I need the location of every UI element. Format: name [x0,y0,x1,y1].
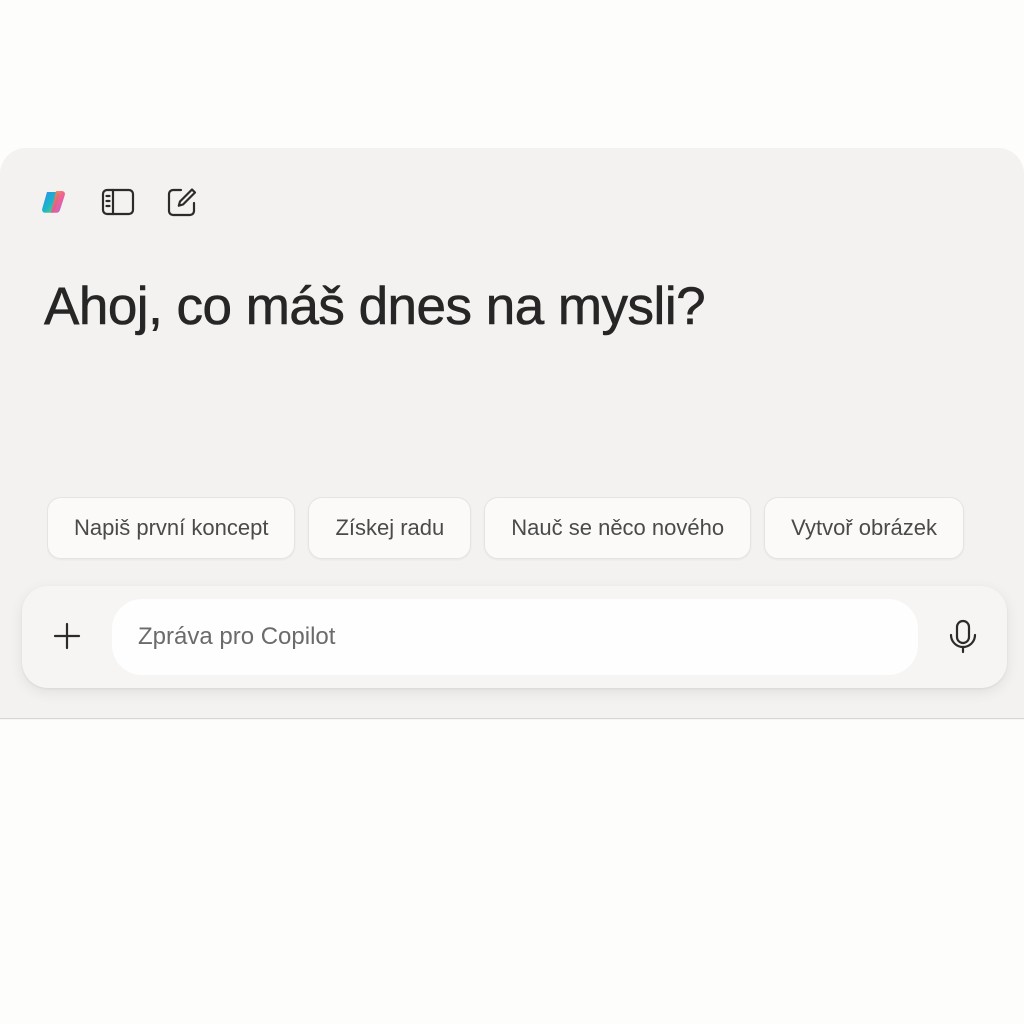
copilot-window: Ahoj, co máš dnes na mysli? Napiš první … [0,148,1024,719]
message-input[interactable] [112,599,918,675]
suggestion-chip-draft[interactable]: Napiš první koncept [47,497,296,559]
sidebar-toggle-icon[interactable] [100,184,136,220]
toolbar [36,184,200,220]
plus-icon [53,622,81,650]
new-chat-icon[interactable] [164,184,200,220]
page-title: Ahoj, co máš dnes na mysli? [44,277,706,337]
copilot-logo-icon[interactable] [36,184,72,220]
message-composer [22,586,1007,688]
suggestion-chip-image[interactable]: Vytvoř obrázek [764,497,965,559]
suggestion-chip-learn[interactable]: Nauč se něco nového [484,497,752,559]
suggestion-chip-advice[interactable]: Získej radu [308,497,472,559]
microphone-button[interactable] [944,616,982,658]
microphone-icon [949,619,977,654]
suggestion-chips: Napiš první koncept Získej radu Nauč se … [47,497,996,563]
add-attachment-button[interactable] [48,617,86,655]
